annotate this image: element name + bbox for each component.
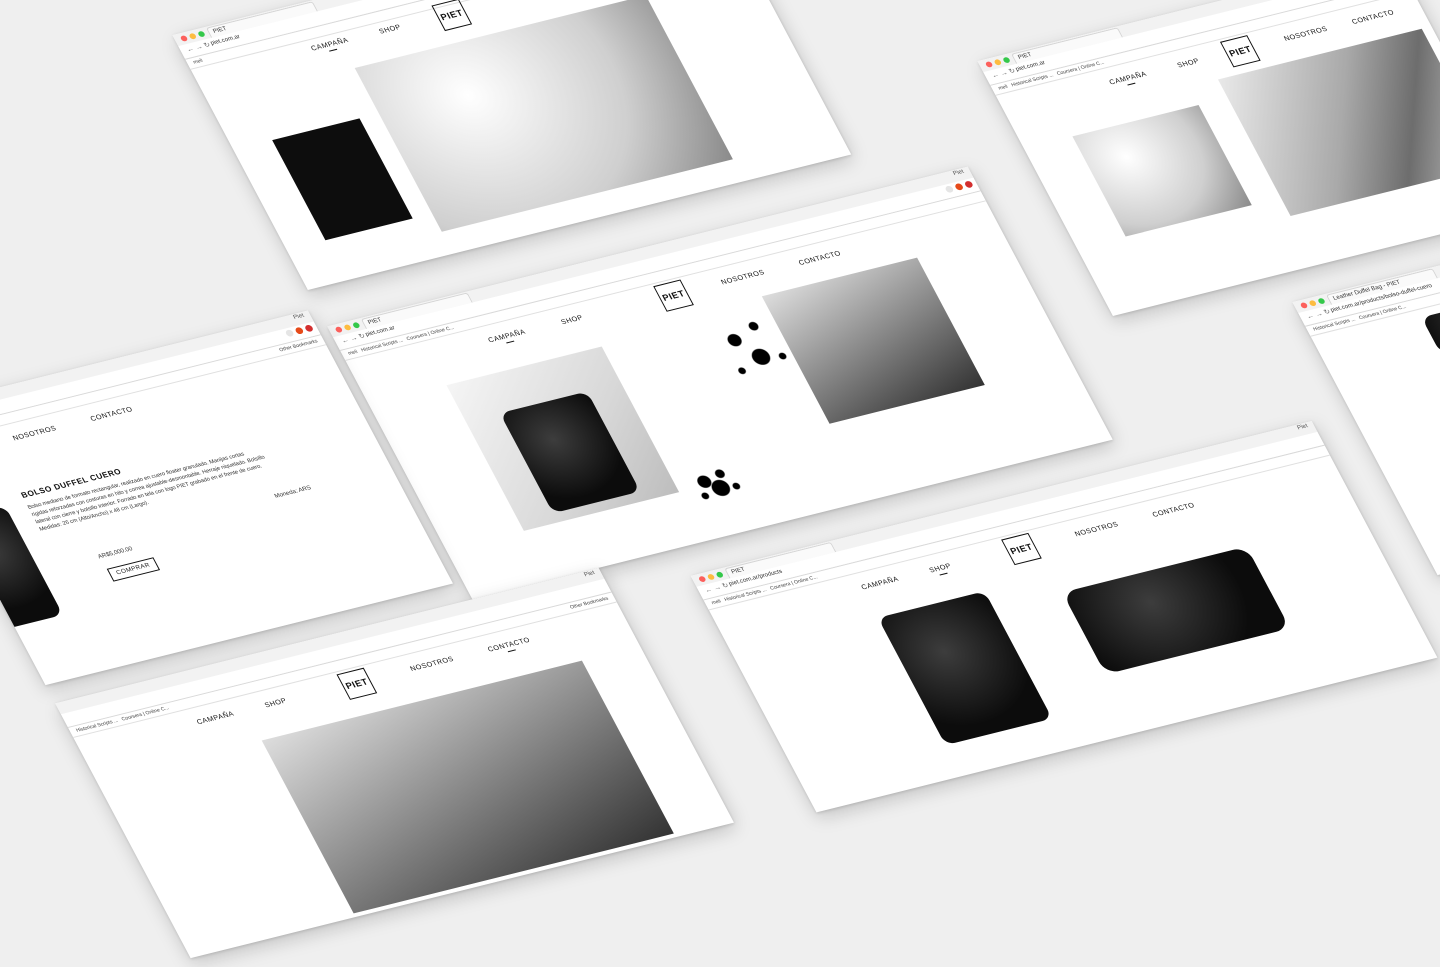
minimize-button[interactable] <box>1308 299 1318 307</box>
ext-icon[interactable] <box>944 185 955 194</box>
nav-nosotros[interactable]: Nosotros <box>1283 26 1329 43</box>
nav-campana[interactable]: Campaña <box>196 711 236 726</box>
close-button[interactable] <box>984 60 994 68</box>
maximize-button[interactable] <box>351 321 361 329</box>
buy-button[interactable]: COMPRAR <box>106 557 161 582</box>
ext-icon[interactable] <box>963 180 974 189</box>
maximize-button[interactable] <box>1002 56 1011 64</box>
nav-contacto[interactable]: Contacto <box>89 406 134 423</box>
close-button[interactable] <box>697 575 707 583</box>
nav-nosotros[interactable]: Nosotros <box>409 656 455 673</box>
ext-icon[interactable] <box>284 329 295 338</box>
nav-campana[interactable]: Campaña <box>487 329 528 347</box>
currency-select[interactable]: Moneda: ARS <box>274 485 313 499</box>
minimize-button[interactable] <box>188 32 198 40</box>
ext-icon[interactable] <box>954 182 965 191</box>
close-button[interactable] <box>1299 301 1309 309</box>
ink-splatter-graphic <box>679 456 757 508</box>
nav-contacto[interactable]: Contacto <box>1351 9 1396 26</box>
nav-contacto[interactable]: Contacto <box>798 250 843 267</box>
nav-nosotros[interactable]: Nosotros <box>1074 521 1120 538</box>
ext-icon[interactable] <box>303 324 315 333</box>
nav-nosotros[interactable]: Nosotros <box>12 425 58 442</box>
profile-label[interactable]: Piet <box>1296 423 1309 431</box>
ext-icon[interactable] <box>294 326 305 335</box>
nav-shop[interactable]: Shop <box>264 698 289 710</box>
campaign-photo-seated-model[interactable] <box>354 0 733 232</box>
close-button[interactable] <box>179 34 189 42</box>
logo[interactable]: PIET <box>336 667 378 700</box>
nav-contacto[interactable]: Contacto <box>487 637 533 656</box>
browser-window-right: PIET ← → ↻ piet.com.ar meli Historical S… <box>977 0 1440 316</box>
nav-nosotros[interactable]: Nosotros <box>720 269 766 286</box>
profile-label[interactable]: Piet <box>292 313 305 321</box>
profile-label[interactable]: Piet <box>583 570 596 578</box>
campaign-photo-smoke[interactable] <box>261 660 674 914</box>
logo[interactable]: PIET <box>653 279 694 312</box>
nav-campana[interactable]: Campaña <box>860 576 900 591</box>
minimize-button[interactable] <box>706 573 716 581</box>
minimize-button[interactable] <box>993 58 1003 66</box>
nav-contacto[interactable]: Contacto <box>1151 502 1196 519</box>
profile-label[interactable]: Piet <box>952 169 965 177</box>
campaign-photo-bag[interactable] <box>1072 104 1252 237</box>
nav-shop[interactable]: Shop <box>928 563 954 577</box>
nav-campana[interactable]: Campaña <box>1108 71 1149 89</box>
nav-shop[interactable]: Shop <box>560 315 585 327</box>
minimize-button[interactable] <box>343 323 352 331</box>
close-button[interactable] <box>334 326 344 334</box>
logo[interactable]: PIET <box>431 0 473 32</box>
product-image-backpack[interactable] <box>877 591 1053 746</box>
product-price: AR$5,000.00 <box>97 546 134 561</box>
logo[interactable]: PIET <box>1001 532 1042 566</box>
nav-shop[interactable]: Shop <box>378 24 403 36</box>
maximize-button[interactable] <box>197 30 206 38</box>
maximize-button[interactable] <box>715 571 725 579</box>
campaign-photo-model[interactable] <box>761 257 985 424</box>
nav-shop[interactable]: Shop <box>1176 58 1201 70</box>
page-content: Campaña Shop PIET Nosotros Contacto <box>73 601 734 959</box>
maximize-button[interactable] <box>1317 297 1326 305</box>
logo[interactable]: PIET <box>1219 35 1261 68</box>
nav-campana[interactable]: Campaña <box>310 37 351 55</box>
product-image-duffel[interactable] <box>1062 546 1291 675</box>
